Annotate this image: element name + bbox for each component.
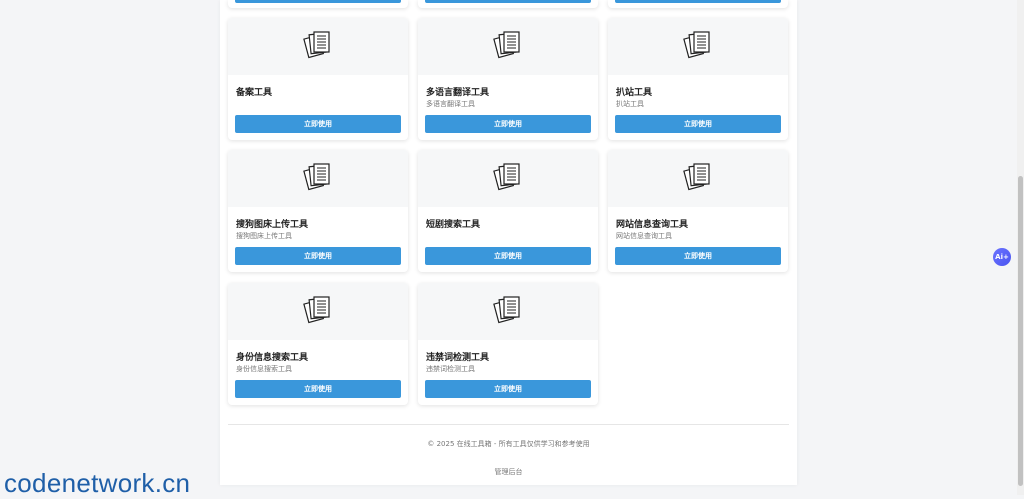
documents-icon xyxy=(683,162,713,196)
use-now-button[interactable]: 立即使用 xyxy=(425,115,591,133)
card-icon-area xyxy=(228,18,408,75)
tool-card: 身份信息搜索工具 身份信息搜索工具 立即使用 xyxy=(228,283,408,405)
documents-icon xyxy=(493,30,523,64)
card-description: 网站信息查询工具 xyxy=(616,232,672,240)
tool-card: 搜狗图床上传工具 搜狗图床上传工具 立即使用 xyxy=(228,150,408,272)
tool-card: 扒站工具 扒站工具 立即使用 xyxy=(608,18,788,140)
watermark: codenetwork.cn xyxy=(4,468,191,498)
documents-icon xyxy=(493,162,523,196)
use-now-button[interactable]: 立即使用 xyxy=(235,380,401,398)
use-now-button[interactable]: 立即使用 xyxy=(615,247,781,265)
use-now-button[interactable]: 立即使用 xyxy=(425,380,591,398)
tool-card: 多语言翻译工具 多语言翻译工具 立即使用 xyxy=(418,18,598,140)
documents-icon xyxy=(493,295,523,329)
use-now-button[interactable]: 立即使用 xyxy=(235,115,401,133)
partial-card-button[interactable] xyxy=(615,0,781,3)
card-description: 违禁词检测工具 xyxy=(426,365,475,373)
card-description: 搜狗图床上传工具 xyxy=(236,232,292,240)
tool-card: 备案工具 立即使用 xyxy=(228,18,408,140)
card-description: 扒站工具 xyxy=(616,100,644,108)
card-description: 多语言翻译工具 xyxy=(426,100,475,108)
card-icon-area xyxy=(418,18,598,75)
tool-card: 违禁词检测工具 违禁词检测工具 立即使用 xyxy=(418,283,598,405)
partial-card xyxy=(228,0,408,8)
main-container: 备案工具 立即使用 多语言翻译工具 多语言翻译工具 立即使用 扒站工具 扒站工具… xyxy=(220,0,797,485)
tool-card: 短剧搜索工具 立即使用 xyxy=(418,150,598,272)
footer-copyright: © 2025 在线工具箱 - 所有工具仅供学习和参考使用 xyxy=(427,440,590,448)
card-icon-area xyxy=(418,150,598,207)
documents-icon xyxy=(303,30,333,64)
card-title: 扒站工具 xyxy=(616,88,653,98)
ai-assistant-button[interactable]: Ai+ xyxy=(993,248,1011,266)
documents-icon xyxy=(683,30,713,64)
card-title: 网站信息查询工具 xyxy=(616,220,689,230)
partial-card-button[interactable] xyxy=(235,0,401,3)
use-now-button[interactable]: 立即使用 xyxy=(235,247,401,265)
card-title: 身份信息搜索工具 xyxy=(236,353,309,363)
tool-card: 网站信息查询工具 网站信息查询工具 立即使用 xyxy=(608,150,788,272)
documents-icon xyxy=(303,162,333,196)
card-icon-area xyxy=(228,283,408,340)
card-title: 搜狗图床上传工具 xyxy=(236,220,309,230)
use-now-button[interactable]: 立即使用 xyxy=(615,115,781,133)
admin-link[interactable]: 管理后台 xyxy=(220,467,797,477)
card-icon-area xyxy=(608,18,788,75)
documents-icon xyxy=(303,295,333,329)
card-title: 短剧搜索工具 xyxy=(426,220,481,230)
card-description: 身份信息搜索工具 xyxy=(236,365,292,373)
footer-divider xyxy=(228,424,789,425)
card-title: 违禁词检测工具 xyxy=(426,353,490,363)
partial-card xyxy=(418,0,598,8)
card-icon-area xyxy=(418,283,598,340)
card-icon-area xyxy=(228,150,408,207)
partial-card xyxy=(608,0,788,8)
card-title: 多语言翻译工具 xyxy=(426,88,490,98)
scrollbar[interactable] xyxy=(1017,0,1024,495)
partial-card-button[interactable] xyxy=(425,0,591,3)
card-title: 备案工具 xyxy=(236,88,273,98)
scrollbar-thumb[interactable] xyxy=(1018,176,1023,486)
use-now-button[interactable]: 立即使用 xyxy=(425,247,591,265)
card-icon-area xyxy=(608,150,788,207)
